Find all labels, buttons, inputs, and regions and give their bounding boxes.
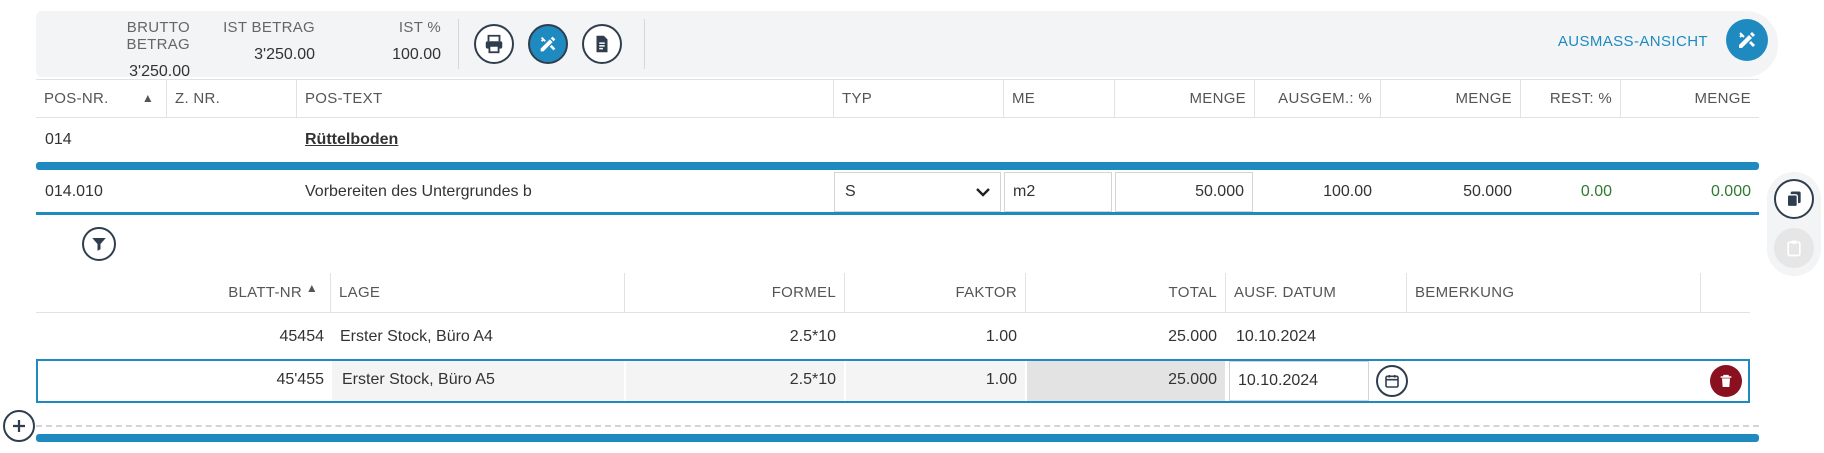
printer-icon — [485, 34, 503, 54]
rest-pct-value: 0.00 — [1580, 183, 1612, 200]
group-separator — [36, 162, 1759, 170]
total-value: 25.000 — [1168, 328, 1217, 345]
bemerkung-input[interactable] — [1408, 361, 1700, 401]
position-pos-nr: 014.010 — [45, 183, 103, 200]
group-title[interactable]: Rüttelboden — [305, 131, 398, 149]
paste-button[interactable] — [1774, 228, 1814, 268]
add-row-divider — [36, 425, 1759, 427]
brutto-betrag: BRUTTO BETRAG 3'250.00 — [66, 19, 190, 81]
me-input[interactable]: m2 — [1004, 172, 1112, 212]
column-header-pos-nr[interactable]: POS-NR. ▲ — [36, 80, 166, 117]
measurement-row[interactable]: 45454 Erster Stock, Büro A4 2.5*10 1.00 … — [36, 316, 1750, 360]
column-header-ausgem-menge[interactable]: MENGE — [1380, 80, 1520, 117]
positions-table-header: POS-NR. ▲ Z. NR. POS-TEXT TYP ME MENGE A… — [36, 79, 1759, 118]
ist-prozent-label: IST % — [398, 19, 441, 36]
column-header-rest-menge[interactable]: MENGE — [1620, 80, 1759, 117]
blatt-nr-header-label: BLATT-NR — [228, 284, 302, 301]
copy-button[interactable] — [1774, 179, 1814, 219]
pos-nr-header-label: POS-NR. — [44, 90, 109, 107]
trash-icon — [1720, 374, 1732, 387]
document-icon — [596, 35, 608, 53]
column-header-lage[interactable]: LAGE — [330, 273, 624, 312]
lage-input[interactable]: Erster Stock, Büro A5 — [342, 371, 495, 389]
menge-input[interactable]: 50.000 — [1115, 172, 1253, 212]
ausmass-ansicht-link[interactable]: AUSMASS-ANSICHT — [1558, 33, 1708, 50]
ausmass-ansicht-button[interactable] — [1726, 19, 1768, 61]
sort-ascending-icon: ▲ — [305, 281, 318, 295]
column-header-actions — [1700, 273, 1750, 312]
typ-select-value: S — [845, 183, 856, 200]
ist-prozent-value: 100.00 — [392, 46, 441, 63]
column-header-ausf-datum[interactable]: AUSF. DATUM — [1225, 273, 1406, 312]
calendar-button[interactable] — [1376, 365, 1408, 397]
group-end-separator — [36, 434, 1759, 442]
column-header-rest[interactable]: REST: % — [1520, 80, 1620, 117]
blatt-nr-value: 45454 — [279, 328, 325, 345]
pencil-ruler-icon — [1739, 32, 1755, 48]
column-header-bemerkung[interactable]: BEMERKUNG — [1406, 273, 1700, 312]
add-row-button[interactable] — [3, 410, 35, 442]
delete-row-button[interactable] — [1710, 365, 1742, 397]
brutto-betrag-label: BRUTTO BETRAG — [126, 19, 190, 53]
column-header-pos-text[interactable]: POS-TEXT — [296, 80, 833, 117]
document-button[interactable] — [582, 24, 622, 64]
pencil-ruler-icon — [540, 36, 556, 52]
measurement-row-selected[interactable]: 45'455 Erster Stock, Büro A5 2.5*10 1.00… — [36, 359, 1750, 403]
print-button[interactable] — [474, 24, 514, 64]
column-header-formel[interactable]: FORMEL — [624, 273, 844, 312]
ausf-datum-value: 10.10.2024 — [1236, 328, 1317, 345]
column-header-faktor[interactable]: FAKTOR — [844, 273, 1025, 312]
ausgem-pct-value: 100.00 — [1323, 183, 1372, 200]
lage-value: Erster Stock, Büro A4 — [340, 328, 493, 345]
total-value: 25.000 — [1168, 371, 1217, 388]
ausgem-menge-value: 50.000 — [1463, 183, 1512, 200]
position-text: Vorbereiten des Untergrundes b — [305, 183, 532, 200]
rest-menge-value: 0.000 — [1710, 183, 1751, 200]
ausf-datum-input[interactable]: 10.10.2024 — [1229, 361, 1369, 401]
ausmass-tool-button[interactable] — [528, 24, 568, 64]
filter-button[interactable] — [82, 227, 116, 261]
ist-betrag: IST BETRAG 3'250.00 — [206, 19, 315, 64]
chevron-down-icon — [976, 188, 990, 197]
column-header-me[interactable]: ME — [1003, 80, 1114, 117]
filter-icon — [92, 238, 106, 251]
column-header-typ[interactable]: TYP — [833, 80, 1003, 117]
ist-betrag-label: IST BETRAG — [223, 19, 315, 36]
divider — [644, 19, 645, 69]
column-header-z-nr[interactable]: Z. NR. — [166, 80, 296, 117]
position-row[interactable]: 014.010 Vorbereiten des Untergrundes b S… — [36, 170, 1759, 215]
copy-icon — [1786, 191, 1801, 208]
blatt-nr-input[interactable]: 45'455 — [38, 361, 330, 401]
column-header-menge[interactable]: MENGE — [1114, 80, 1254, 117]
formel-input[interactable]: 2.5*10 — [626, 371, 836, 389]
summary-bar: BRUTTO BETRAG 3'250.00 IST BETRAG 3'250.… — [36, 11, 1778, 80]
divider — [458, 19, 459, 69]
plus-icon — [13, 420, 25, 432]
formel-value: 2.5*10 — [789, 328, 836, 345]
group-pos-nr: 014 — [45, 131, 72, 148]
ist-betrag-value: 3'250.00 — [254, 46, 315, 63]
clipboard-icon — [1787, 240, 1801, 257]
measurement-table-header: BLATT-NR ▲ LAGE FORMEL FAKTOR TOTAL AUSF… — [36, 273, 1750, 313]
column-header-total[interactable]: TOTAL — [1025, 273, 1225, 312]
ist-prozent: IST % 100.00 — [366, 19, 441, 64]
clipboard-panel — [1767, 172, 1821, 276]
column-header-ausgem[interactable]: AUSGEM.: % — [1254, 80, 1380, 117]
sort-ascending-icon: ▲ — [141, 91, 154, 105]
faktor-input[interactable]: 1.00 — [846, 371, 1017, 389]
calendar-icon — [1385, 375, 1399, 388]
typ-select[interactable]: S — [834, 172, 1001, 212]
column-header-blatt-nr[interactable]: BLATT-NR ▲ — [36, 273, 330, 312]
faktor-value: 1.00 — [985, 328, 1017, 345]
